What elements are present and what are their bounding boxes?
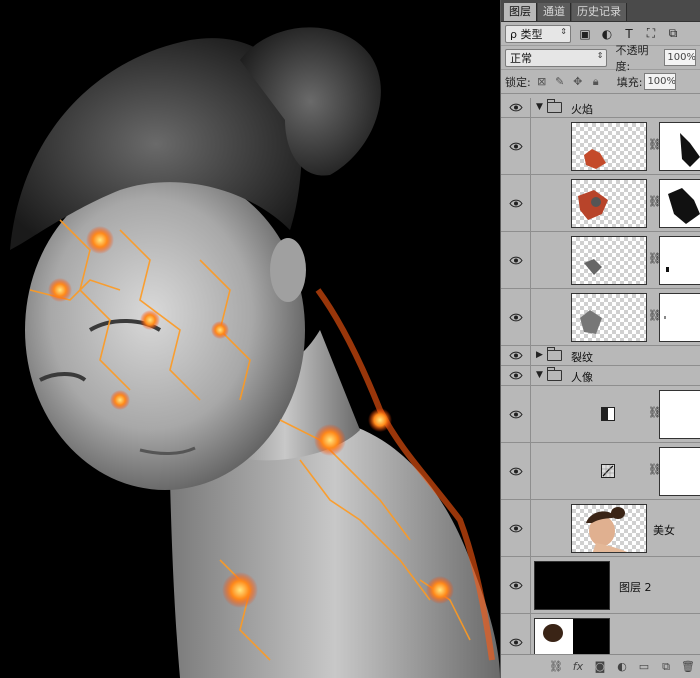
- lock-transparent-icon[interactable]: ⊠: [535, 75, 549, 89]
- adjustment-layer-curves[interactable]: ⛓: [501, 443, 700, 500]
- layer-mask-thumbnail[interactable]: [659, 236, 700, 285]
- new-layer-icon[interactable]: ⧉: [655, 658, 677, 676]
- layer-background-partial[interactable]: [501, 614, 700, 654]
- layer-name: 图层 2: [619, 581, 652, 594]
- layer-group-fire[interactable]: ▼ 火焰: [501, 98, 700, 118]
- folder-icon: [547, 367, 562, 381]
- layer-fire-1[interactable]: ⛓: [501, 118, 700, 175]
- filter-row: ρ 类型 ⇕ ▣ ◐ T ⛶ ⧉: [501, 22, 700, 46]
- visibility-eye-icon[interactable]: [501, 366, 531, 385]
- adjustment-filter-icon[interactable]: ◐: [599, 26, 615, 42]
- collapse-triangle-icon[interactable]: ▶: [536, 350, 543, 360]
- visibility-eye-icon[interactable]: [501, 557, 531, 613]
- lock-row: 锁定: ⊠ ✎ ✥ 🔒︎ 填充: 100%: [501, 70, 700, 94]
- lock-move-icon[interactable]: ✥: [571, 75, 585, 89]
- fx-icon[interactable]: fx: [567, 658, 589, 676]
- layer-fire-4[interactable]: ⛓: [501, 289, 700, 346]
- visibility-eye-icon[interactable]: [501, 443, 531, 499]
- layer-group-portrait[interactable]: ▼ 人像: [501, 366, 700, 386]
- panel-tabbar: 图层 通道 历史记录: [501, 0, 700, 22]
- link-layers-icon[interactable]: ⛓: [545, 658, 567, 676]
- smart-object-filter-icon[interactable]: ⧉: [665, 26, 681, 42]
- folder-icon: [547, 99, 562, 113]
- layer-mask-thumbnail[interactable]: [659, 390, 700, 439]
- shape-filter-icon[interactable]: ⛶: [643, 26, 659, 42]
- black-white-adjustment-icon: [601, 407, 615, 421]
- tab-history[interactable]: 历史记录: [572, 3, 627, 21]
- tab-channels[interactable]: 通道: [538, 3, 571, 21]
- layer-fire-3[interactable]: ⛓: [501, 232, 700, 289]
- lock-label: 锁定:: [505, 75, 531, 89]
- group-name: 人像: [571, 371, 593, 384]
- opacity-input[interactable]: 100%: [664, 49, 696, 66]
- updown-icon: ⇕: [596, 50, 604, 60]
- expand-triangle-icon[interactable]: ▼: [536, 370, 543, 380]
- visibility-eye-icon[interactable]: [501, 614, 531, 654]
- opacity-label: 不透明度:: [615, 43, 649, 73]
- new-group-icon[interactable]: ▭: [633, 658, 655, 676]
- visibility-eye-icon[interactable]: [501, 232, 531, 288]
- visibility-eye-icon[interactable]: [501, 118, 531, 174]
- layer-thumbnail: [571, 504, 647, 553]
- blend-mode-value: 正常: [510, 51, 532, 65]
- layer-name: 美女: [653, 524, 675, 537]
- artwork-image: [10, 27, 500, 678]
- visibility-eye-icon[interactable]: [501, 386, 531, 442]
- blend-mode-select[interactable]: 正常 ⇕: [505, 48, 608, 67]
- group-name: 裂纹: [571, 351, 593, 364]
- expand-triangle-icon[interactable]: ▼: [536, 102, 543, 112]
- type-filter-icon[interactable]: T: [621, 26, 637, 42]
- layer-thumbnail: [571, 122, 647, 171]
- visibility-eye-icon[interactable]: [501, 98, 531, 117]
- layer-thumbnail: [534, 561, 610, 610]
- blend-row: 正常 ⇕ 不透明度: 100%: [501, 44, 700, 73]
- group-name: 火焰: [571, 103, 593, 116]
- visibility-eye-icon[interactable]: [501, 500, 531, 556]
- fill-input[interactable]: 100%: [644, 73, 677, 90]
- layer-filter-value: ρ 类型: [510, 27, 543, 41]
- add-mask-icon[interactable]: ◙: [589, 658, 611, 676]
- layer-thumbnail: [534, 618, 610, 654]
- fill-label: 填充:: [616, 75, 643, 89]
- visibility-eye-icon[interactable]: [501, 346, 531, 365]
- trash-icon[interactable]: 🗑︎: [677, 658, 699, 676]
- curves-adjustment-icon: [601, 464, 615, 478]
- document-canvas[interactable]: [0, 0, 500, 678]
- layers-panel: 图层 通道 历史记录 ρ 类型 ⇕ ▣ ◐ T ⛶ ⧉ 正常 ⇕ 不透明度: 1…: [500, 0, 700, 678]
- layer-thumbnail: [571, 179, 647, 228]
- lock-all-icon[interactable]: 🔒︎: [589, 75, 603, 89]
- layer-filter-select[interactable]: ρ 类型 ⇕: [505, 24, 571, 43]
- tab-layers[interactable]: 图层: [504, 3, 537, 21]
- lock-brush-icon[interactable]: ✎: [553, 75, 567, 89]
- layer-thumbnail: [571, 236, 647, 285]
- visibility-eye-icon[interactable]: [501, 289, 531, 345]
- layer-mask-thumbnail[interactable]: [659, 293, 700, 342]
- new-adjustment-icon[interactable]: ◐: [611, 658, 633, 676]
- pixel-filter-icon[interactable]: ▣: [577, 26, 593, 42]
- layer-mask-thumbnail[interactable]: [659, 122, 700, 171]
- layer-fire-2[interactable]: ⛓: [501, 175, 700, 232]
- adjustment-layer-black-white[interactable]: ⛓: [501, 386, 700, 443]
- layer-list: ▼ 火焰 ⛓ ⛓ ⛓ ⛓ ▶ 裂纹 ▼ 人像 ⛓ ⛓ 美女 图层 2: [501, 98, 700, 654]
- layers-footer: ⛓ fx ◙ ◐ ▭ ⧉ 🗑︎: [501, 654, 700, 678]
- layer-beauty[interactable]: 美女: [501, 500, 700, 557]
- visibility-eye-icon[interactable]: [501, 175, 531, 231]
- updown-icon: ⇕: [560, 26, 567, 36]
- layer-2[interactable]: 图层 2: [501, 557, 700, 614]
- folder-icon: [547, 347, 562, 361]
- layer-group-crack[interactable]: ▶ 裂纹: [501, 346, 700, 366]
- layer-mask-thumbnail[interactable]: [659, 179, 700, 228]
- layer-mask-thumbnail[interactable]: [659, 447, 700, 496]
- layer-thumbnail: [571, 293, 647, 342]
